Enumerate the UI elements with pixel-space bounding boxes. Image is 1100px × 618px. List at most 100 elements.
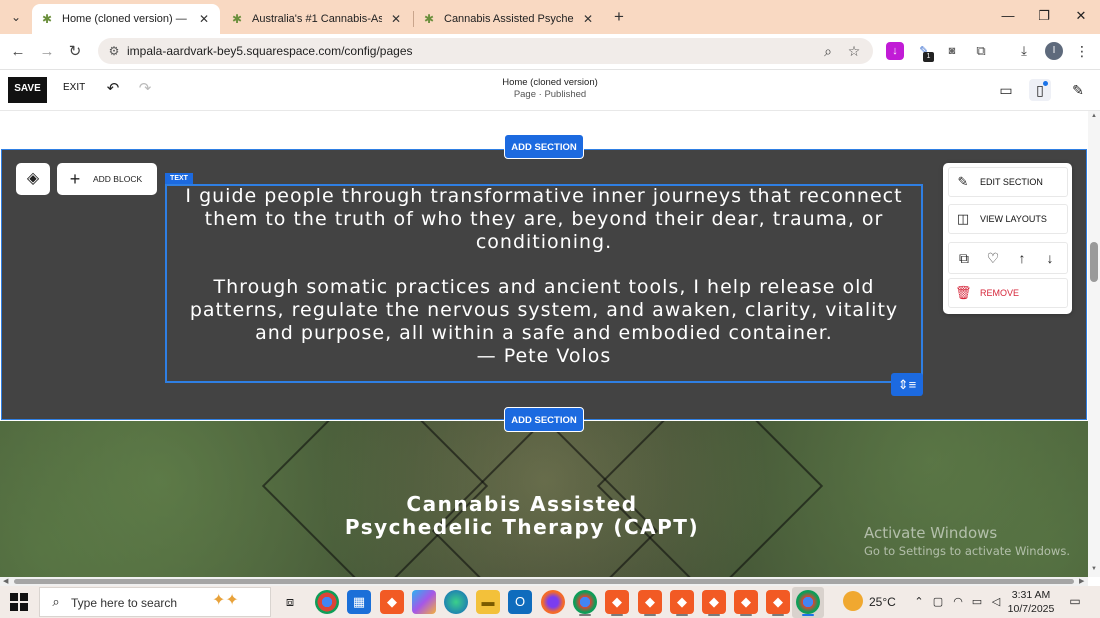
- wifi-icon[interactable]: ◠: [950, 594, 966, 610]
- remove-section-button[interactable]: 🗑 REMOVE: [948, 278, 1068, 308]
- add-section-button-bottom[interactable]: ADD SECTION: [504, 407, 584, 432]
- forward-arrow-icon[interactable]: →: [36, 41, 58, 63]
- downloads-icon[interactable]: ⤓: [1015, 42, 1033, 60]
- chrome-profile-icon[interactable]: [573, 590, 597, 614]
- scroll-right-icon[interactable]: ▶: [1079, 577, 1084, 585]
- brave-browser-icon[interactable]: ◆: [380, 590, 404, 614]
- running-indicator: [772, 614, 784, 616]
- brave-window-icon[interactable]: ◆: [605, 590, 629, 614]
- undo-icon[interactable]: ↶: [104, 80, 122, 98]
- edit-section-button[interactable]: ✎ EDIT SECTION: [948, 167, 1068, 197]
- tray-overflow-chevron-icon[interactable]: ⌃: [911, 594, 927, 610]
- view-layouts-label: VIEW LAYOUTS: [980, 214, 1047, 224]
- close-tab-icon[interactable]: ✕: [388, 12, 404, 26]
- site-info-icon[interactable]: ⚙: [106, 42, 122, 60]
- bookmark-star-icon[interactable]: ☆: [843, 40, 865, 62]
- edge-browser-icon[interactable]: [444, 590, 468, 614]
- back-arrow-icon[interactable]: ←: [7, 41, 29, 63]
- notifications-icon[interactable]: ▭: [1066, 594, 1084, 610]
- browser-tab-australia[interactable]: ✱ Australia's #1 Cannabis-Assiste ✕: [222, 4, 412, 34]
- brave-window-icon[interactable]: ◆: [670, 590, 694, 614]
- horizontal-scroll-thumb[interactable]: [14, 579, 1074, 584]
- puzzle-extensions-icon[interactable]: ⧉: [972, 42, 990, 60]
- brave-window-icon[interactable]: ◆: [702, 590, 726, 614]
- reload-icon[interactable]: ↻: [64, 41, 86, 63]
- camera-icon[interactable]: ◙: [943, 42, 961, 60]
- exit-button[interactable]: EXIT: [63, 82, 85, 93]
- more-menu-icon[interactable]: ⋮: [1073, 42, 1091, 60]
- text-paragraph-1[interactable]: I guide people through transformative in…: [170, 185, 918, 254]
- scroll-up-icon[interactable]: ▲: [1090, 113, 1098, 121]
- url-text[interactable]: impala-aardvark-bey5.squarespace.com/con…: [127, 44, 413, 58]
- scroll-left-icon[interactable]: ◀: [3, 577, 8, 585]
- desktop-view-icon[interactable]: ▭: [995, 79, 1017, 101]
- notification-dot: [1043, 81, 1048, 86]
- download-extension-icon[interactable]: ↓: [886, 42, 904, 60]
- redo-icon[interactable]: ↷: [136, 80, 154, 98]
- spacing-handle-icon[interactable]: ⇕≡: [891, 373, 923, 396]
- browser-tab-home[interactable]: ✱ Home (cloned version) — Psych ✕: [32, 4, 220, 34]
- volume-muted-icon[interactable]: ◁: [988, 594, 1004, 610]
- close-tab-icon[interactable]: ✕: [580, 12, 596, 26]
- minimize-icon[interactable]: —: [998, 6, 1018, 26]
- weather-temperature[interactable]: 25°C: [869, 595, 896, 609]
- chrome-app-icon[interactable]: [315, 590, 339, 614]
- remove-label: REMOVE: [980, 288, 1020, 298]
- pencil-icon: ✎: [957, 174, 969, 189]
- close-window-icon[interactable]: ✕: [1071, 6, 1091, 26]
- zoom-icon[interactable]: ⌕: [817, 40, 839, 62]
- move-up-arrow-icon[interactable]: ↑: [1013, 248, 1031, 268]
- copilot-icon[interactable]: [412, 590, 436, 614]
- new-tab-button[interactable]: +: [609, 7, 629, 27]
- running-indicator: [644, 614, 656, 616]
- weather-sun-icon[interactable]: [843, 591, 863, 611]
- move-down-arrow-icon[interactable]: ↓: [1041, 248, 1059, 268]
- tab-title: Australia's #1 Cannabis-Assiste: [252, 13, 382, 25]
- taskbar-search-placeholder[interactable]: Type here to search: [71, 596, 177, 610]
- scroll-down-icon[interactable]: ▼: [1090, 566, 1098, 574]
- running-indicator: [676, 614, 688, 616]
- close-tab-icon[interactable]: ✕: [196, 12, 212, 26]
- brave-window-icon[interactable]: ◆: [734, 590, 758, 614]
- tab-title: Home (cloned version) — Psych: [62, 13, 190, 25]
- restore-icon[interactable]: ❐: [1034, 6, 1054, 26]
- hero-title[interactable]: Cannabis Assisted Psychedelic Therapy (C…: [330, 493, 714, 539]
- vertical-scroll-thumb[interactable]: [1090, 242, 1098, 282]
- vertical-scrollbar[interactable]: [1088, 111, 1100, 577]
- tab-search-chevron-icon[interactable]: ⌄: [6, 7, 26, 27]
- brave-window-icon[interactable]: ◆: [766, 590, 790, 614]
- site-styles-brush-icon[interactable]: ✎: [1067, 79, 1089, 101]
- profile-avatar[interactable]: I: [1045, 42, 1063, 60]
- tray-app-icon[interactable]: ▢: [930, 594, 946, 610]
- running-indicator: [740, 614, 752, 616]
- activate-windows-subtitle: Go to Settings to activate Windows.: [864, 544, 1070, 558]
- cannabis-leaf-icon: ✱: [423, 12, 435, 26]
- brave-window-icon[interactable]: ◆: [638, 590, 662, 614]
- add-section-button-top[interactable]: ADD SECTION: [504, 134, 584, 159]
- duplicate-icon[interactable]: ⧉: [955, 248, 973, 268]
- plus-icon: +: [69, 168, 81, 189]
- search-highlight-sparkle-icon: ✦✦: [212, 592, 239, 609]
- file-explorer-icon[interactable]: ▬: [476, 590, 500, 614]
- text-block-tag: TEXT: [165, 173, 193, 184]
- browser-tab-capt[interactable]: ✱ Cannabis Assisted Psychedelic T ✕: [414, 4, 604, 34]
- layout-icon: ◫: [956, 211, 970, 226]
- edit-section-label: EDIT SECTION: [980, 177, 1043, 187]
- clock-date[interactable]: 10/7/2025: [1006, 603, 1056, 615]
- page-title: Home (cloned version): [502, 77, 598, 88]
- view-layouts-button[interactable]: ◫ VIEW LAYOUTS: [948, 204, 1068, 234]
- firefox-icon[interactable]: [541, 590, 565, 614]
- text-paragraph-2[interactable]: Through somatic practices and ancient to…: [170, 276, 918, 345]
- chrome-active-icon[interactable]: [796, 590, 820, 614]
- task-view-icon[interactable]: ⧈: [278, 590, 302, 614]
- battery-icon[interactable]: ▭: [969, 594, 985, 610]
- clock-time[interactable]: 3:31 AM: [1006, 589, 1056, 601]
- outlook-icon[interactable]: O: [508, 590, 532, 614]
- add-block-button[interactable]: + ADD BLOCK: [57, 163, 157, 195]
- windows-start-icon[interactable]: [10, 593, 28, 611]
- text-attribution[interactable]: — Pete Volos: [170, 345, 918, 368]
- microsoft-store-icon[interactable]: ▦: [347, 590, 371, 614]
- layers-icon[interactable]: ◈: [16, 163, 50, 195]
- save-button[interactable]: SAVE: [8, 77, 47, 103]
- heart-icon[interactable]: ♡: [984, 248, 1002, 268]
